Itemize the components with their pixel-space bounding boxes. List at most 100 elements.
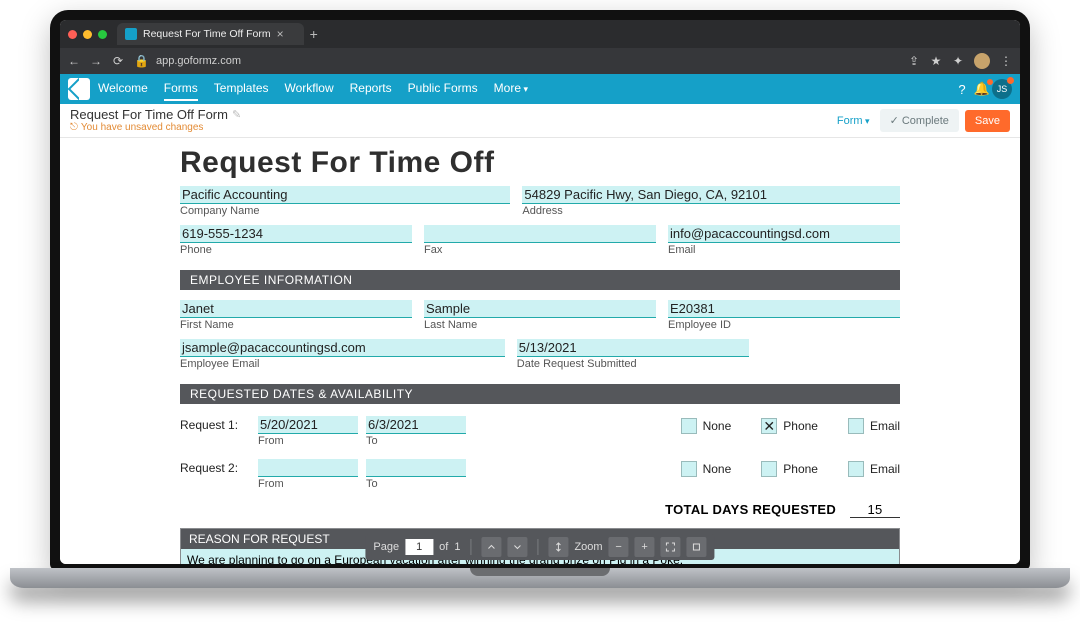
nav-welcome[interactable]: Welcome — [98, 77, 148, 101]
help-icon[interactable]: ? — [952, 79, 972, 99]
email-label: Email — [668, 243, 900, 256]
last-name-label: Last Name — [424, 318, 656, 331]
form-title: Request For Time Off Form — [70, 108, 228, 122]
availability-email-checkbox[interactable]: Email — [848, 418, 900, 434]
profile-avatar[interactable] — [974, 53, 990, 69]
page-toolbar: Page of 1 Zoom − + — [365, 534, 714, 560]
company-name-input[interactable]: Pacific Accounting — [180, 186, 510, 204]
employee-id-label: Employee ID — [668, 318, 900, 331]
last-name-input[interactable]: Sample — [424, 300, 656, 318]
unsaved-changes-label: You have unsaved changes — [70, 122, 241, 133]
laptop-base — [10, 568, 1070, 588]
checkbox-label: Phone — [783, 462, 818, 476]
app-primary-nav: Welcome Forms Templates Workflow Reports… — [60, 74, 1020, 104]
page-number-input[interactable] — [405, 539, 433, 555]
availability-none-checkbox[interactable]: None — [681, 461, 732, 477]
prev-page-button[interactable] — [481, 537, 501, 557]
tab-favicon — [125, 28, 137, 40]
checkbox-icon — [681, 461, 697, 477]
browser-tab-strip: Request For Time Off Form × + — [60, 20, 1020, 48]
maximize-window-button[interactable] — [98, 30, 107, 39]
checkbox-label: Email — [870, 462, 900, 476]
form-subheader: Request For Time Off Form ✎ You have uns… — [60, 104, 1020, 138]
availability-phone-checkbox[interactable]: ✕ Phone — [761, 418, 818, 434]
availability-email-checkbox[interactable]: Email — [848, 461, 900, 477]
zoom-in-button[interactable]: + — [635, 537, 655, 557]
email-input[interactable]: info@pacaccountingsd.com — [668, 225, 900, 243]
request-row: Request 2: From To None Phone Emai — [180, 459, 900, 490]
checkbox-label: Phone — [783, 419, 818, 433]
from-label: From — [258, 434, 358, 447]
page-total: 1 — [454, 541, 460, 553]
edit-title-icon[interactable]: ✎ — [232, 109, 241, 121]
lock-icon: 🔒 — [134, 54, 146, 68]
employee-email-label: Employee Email — [180, 357, 505, 370]
close-window-button[interactable] — [68, 30, 77, 39]
total-days-label: TOTAL DAYS REQUESTED — [665, 502, 836, 517]
browser-tab[interactable]: Request For Time Off Form × — [117, 23, 304, 45]
nav-forms[interactable]: Forms — [164, 77, 198, 101]
checkbox-icon: ✕ — [761, 418, 777, 434]
to-label: To — [366, 477, 466, 490]
checkbox-icon — [848, 418, 864, 434]
back-button[interactable]: ← — [68, 54, 80, 68]
checkbox-icon — [761, 461, 777, 477]
date-submitted-label: Date Request Submitted — [517, 357, 749, 370]
page-of-label: of — [439, 541, 448, 553]
share-icon[interactable]: ⇪ — [908, 54, 920, 68]
first-name-input[interactable]: Janet — [180, 300, 412, 318]
fullscreen-button[interactable] — [661, 537, 681, 557]
url-text[interactable]: app.goformz.com — [156, 55, 898, 67]
checkbox-icon — [681, 418, 697, 434]
forward-button[interactable]: → — [90, 54, 102, 68]
minimize-window-button[interactable] — [83, 30, 92, 39]
nav-templates[interactable]: Templates — [214, 77, 269, 101]
requested-section-header: REQUESTED DATES & AVAILABILITY — [180, 384, 900, 404]
address-input[interactable]: 54829 Pacific Hwy, San Diego, CA, 92101 — [522, 186, 900, 204]
page-label: Page — [373, 541, 399, 553]
kebab-menu-icon[interactable]: ⋮ — [1000, 54, 1012, 68]
user-avatar-chip[interactable]: JS — [992, 79, 1012, 99]
notifications-icon[interactable]: 🔔 — [972, 79, 992, 99]
actual-size-button[interactable] — [687, 537, 707, 557]
request-from-input[interactable]: 5/20/2021 — [258, 416, 358, 434]
phone-input[interactable]: 619-555-1234 — [180, 225, 412, 243]
form-canvas: Request For Time Off Pacific Accounting … — [60, 138, 1020, 564]
new-tab-button[interactable]: + — [310, 26, 318, 42]
nav-public-forms[interactable]: Public Forms — [408, 77, 478, 101]
zoom-out-button[interactable]: − — [609, 537, 629, 557]
bookmark-icon[interactable]: ★ — [930, 54, 942, 68]
browser-address-bar: ← → ⟳ 🔒 app.goformz.com ⇪ ★ ✦ ⋮ — [60, 48, 1020, 74]
close-tab-icon[interactable]: × — [277, 27, 284, 41]
extension-icon[interactable]: ✦ — [952, 54, 964, 68]
first-name-label: First Name — [180, 318, 412, 331]
request-to-input[interactable] — [366, 459, 466, 477]
checkbox-label: None — [703, 419, 732, 433]
from-label: From — [258, 477, 358, 490]
total-days-value[interactable]: 15 — [850, 502, 900, 518]
nav-reports[interactable]: Reports — [350, 77, 392, 101]
employee-email-input[interactable]: jsample@pacaccountingsd.com — [180, 339, 505, 357]
employee-id-input[interactable]: E20381 — [668, 300, 900, 318]
employee-section-header: EMPLOYEE INFORMATION — [180, 270, 900, 290]
complete-button[interactable]: Complete — [880, 109, 959, 132]
request-row: Request 1: 5/20/2021 From 6/3/2021 To No… — [180, 416, 900, 447]
request-label: Request 2: — [180, 459, 250, 475]
date-submitted-input[interactable]: 5/13/2021 — [517, 339, 749, 357]
availability-none-checkbox[interactable]: None — [681, 418, 732, 434]
form-dropdown[interactable]: Form — [837, 115, 870, 127]
nav-more[interactable]: More — [494, 77, 528, 101]
next-page-button[interactable] — [507, 537, 527, 557]
phone-label: Phone — [180, 243, 412, 256]
request-to-input[interactable]: 6/3/2021 — [366, 416, 466, 434]
availability-phone-checkbox[interactable]: Phone — [761, 461, 818, 477]
nav-workflow[interactable]: Workflow — [285, 77, 334, 101]
reload-button[interactable]: ⟳ — [112, 54, 124, 68]
fit-height-button[interactable] — [548, 537, 568, 557]
app-logo[interactable] — [68, 78, 90, 100]
fax-input[interactable] — [424, 225, 656, 243]
form-heading: Request For Time Off — [180, 146, 900, 180]
request-from-input[interactable] — [258, 459, 358, 477]
nav-links: Welcome Forms Templates Workflow Reports… — [98, 77, 528, 101]
save-button[interactable]: Save — [965, 110, 1010, 132]
